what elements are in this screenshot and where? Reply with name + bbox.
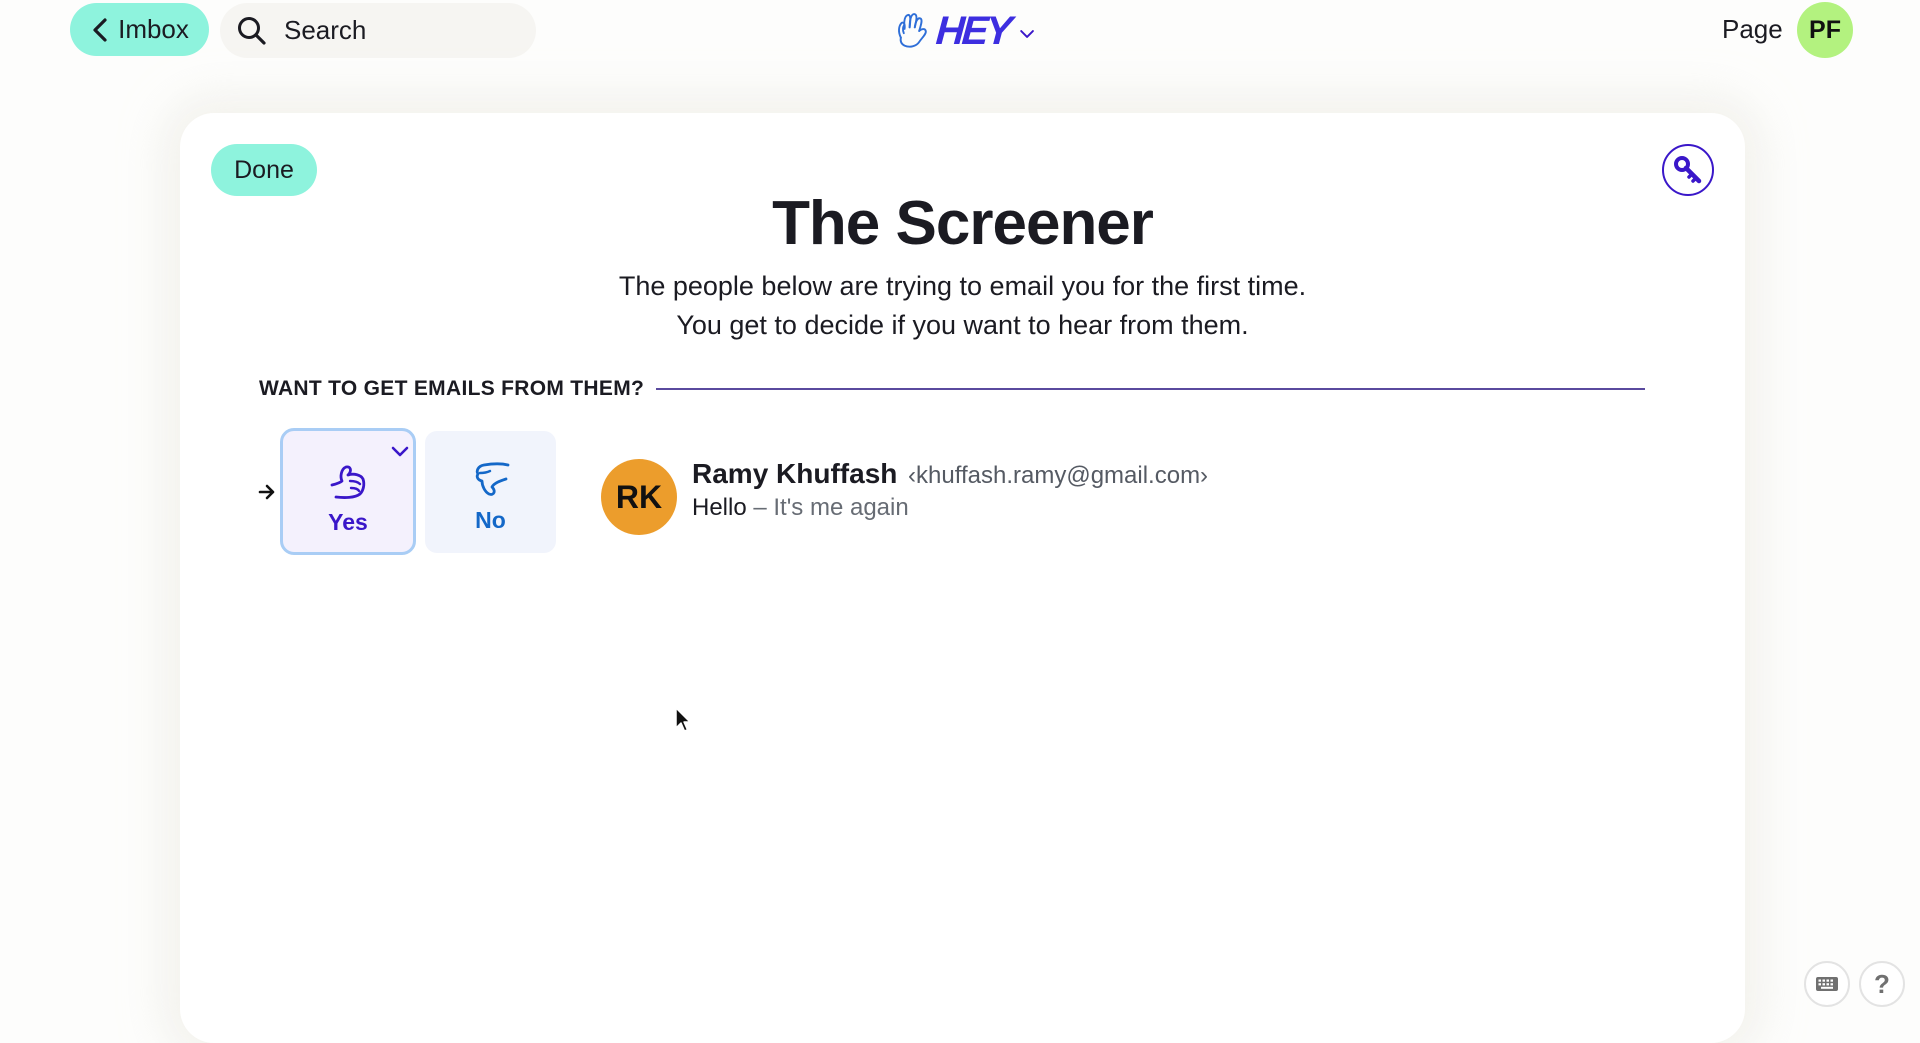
section-label: WANT TO GET EMAILS FROM THEM? bbox=[259, 377, 645, 400]
user-avatar[interactable]: PF bbox=[1797, 2, 1853, 58]
email-subject: Hello bbox=[692, 494, 747, 521]
screen-in-yes-button[interactable]: Yes bbox=[280, 428, 416, 555]
screen-out-no-button[interactable]: No bbox=[425, 431, 556, 553]
subtitle-line-1: The people below are trying to email you… bbox=[618, 271, 1307, 301]
selected-row-arrow-icon bbox=[258, 484, 275, 500]
chevron-left-icon bbox=[93, 17, 107, 42]
email-snippet: It's me again bbox=[773, 494, 909, 521]
screener-card: Done The Screener The people below are t… bbox=[180, 113, 1745, 1043]
chevron-down-icon bbox=[1020, 30, 1034, 38]
keyboard-icon bbox=[1816, 977, 1838, 991]
sender-info: Ramy Khuffash ‹khuffash.ramy@gmail.com› bbox=[692, 458, 1208, 490]
subtitle-line-2: You get to decide if you want to hear fr… bbox=[676, 310, 1249, 340]
section-divider bbox=[656, 388, 1645, 390]
sender-email: ‹khuffash.ramy@gmail.com› bbox=[908, 462, 1209, 489]
thumbs-down-icon bbox=[475, 462, 510, 496]
hey-wordmark: HEY bbox=[934, 8, 1011, 53]
hey-logo-menu[interactable]: HEY bbox=[895, 3, 1035, 59]
section-header: WANT TO GET EMAILS FROM THEM? bbox=[259, 375, 1645, 403]
email-preview[interactable]: Hello – It's me again bbox=[692, 494, 909, 522]
page-title: The Screener bbox=[772, 189, 1154, 258]
keyboard-shortcuts-button[interactable] bbox=[1804, 961, 1850, 1007]
help-button[interactable]: ? bbox=[1859, 961, 1905, 1007]
search-bar[interactable] bbox=[220, 3, 536, 58]
no-label: No bbox=[475, 507, 506, 533]
back-to-imbox-button[interactable]: Imbox bbox=[70, 3, 209, 56]
page-link[interactable]: Page bbox=[1722, 14, 1783, 45]
page-subtitle: The people below are trying to email you… bbox=[180, 267, 1745, 345]
key-icon bbox=[1674, 156, 1702, 184]
sender-name: Ramy Khuffash bbox=[692, 458, 898, 489]
yes-options-chevron-down-icon[interactable] bbox=[390, 445, 410, 459]
search-icon bbox=[238, 16, 266, 45]
search-input[interactable] bbox=[284, 15, 504, 46]
thumbs-up-icon bbox=[330, 465, 366, 499]
sender-avatar: RK bbox=[601, 459, 677, 535]
subject-separator: – bbox=[746, 494, 774, 521]
top-bar: Imbox HEY Page PF bbox=[0, 0, 1920, 60]
yes-label: Yes bbox=[328, 509, 368, 535]
back-button-label: Imbox bbox=[118, 14, 189, 44]
hey-hand-logo-icon bbox=[898, 13, 927, 48]
